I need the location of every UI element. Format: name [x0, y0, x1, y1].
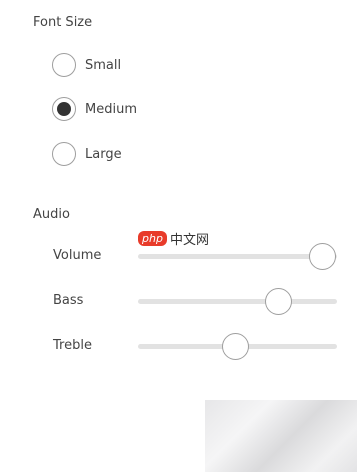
- radio-button-large[interactable]: [52, 142, 76, 166]
- volume-label: Volume: [53, 248, 102, 263]
- settings-panel: Font Size Small Medium Large Audio php 中…: [0, 0, 357, 472]
- font-size-heading: Font Size: [33, 15, 93, 30]
- font-size-medium-label: Medium: [85, 101, 137, 117]
- bass-slider-row: Bass: [0, 286, 357, 316]
- audio-heading: Audio: [33, 207, 70, 222]
- bass-slider-track[interactable]: [138, 299, 337, 304]
- treble-slider-row: Treble: [0, 331, 357, 361]
- treble-slider-thumb[interactable]: [221, 333, 249, 360]
- bass-slider-thumb[interactable]: [265, 288, 293, 315]
- blurred-image-area: [205, 400, 357, 472]
- radio-dot: [57, 102, 71, 116]
- volume-slider-row: Volume: [0, 241, 357, 271]
- treble-label: Treble: [53, 338, 92, 353]
- volume-slider-track[interactable]: [138, 254, 337, 259]
- font-size-small-option[interactable]: Small: [52, 51, 121, 79]
- font-size-large-label: Large: [85, 146, 122, 162]
- radio-button-small[interactable]: [52, 53, 76, 77]
- volume-slider-thumb[interactable]: [309, 243, 337, 270]
- font-size-large-option[interactable]: Large: [52, 140, 122, 168]
- font-size-small-label: Small: [85, 57, 122, 73]
- font-size-medium-option[interactable]: Medium: [52, 95, 137, 123]
- radio-button-medium[interactable]: [52, 97, 76, 121]
- bass-label: Bass: [53, 293, 84, 308]
